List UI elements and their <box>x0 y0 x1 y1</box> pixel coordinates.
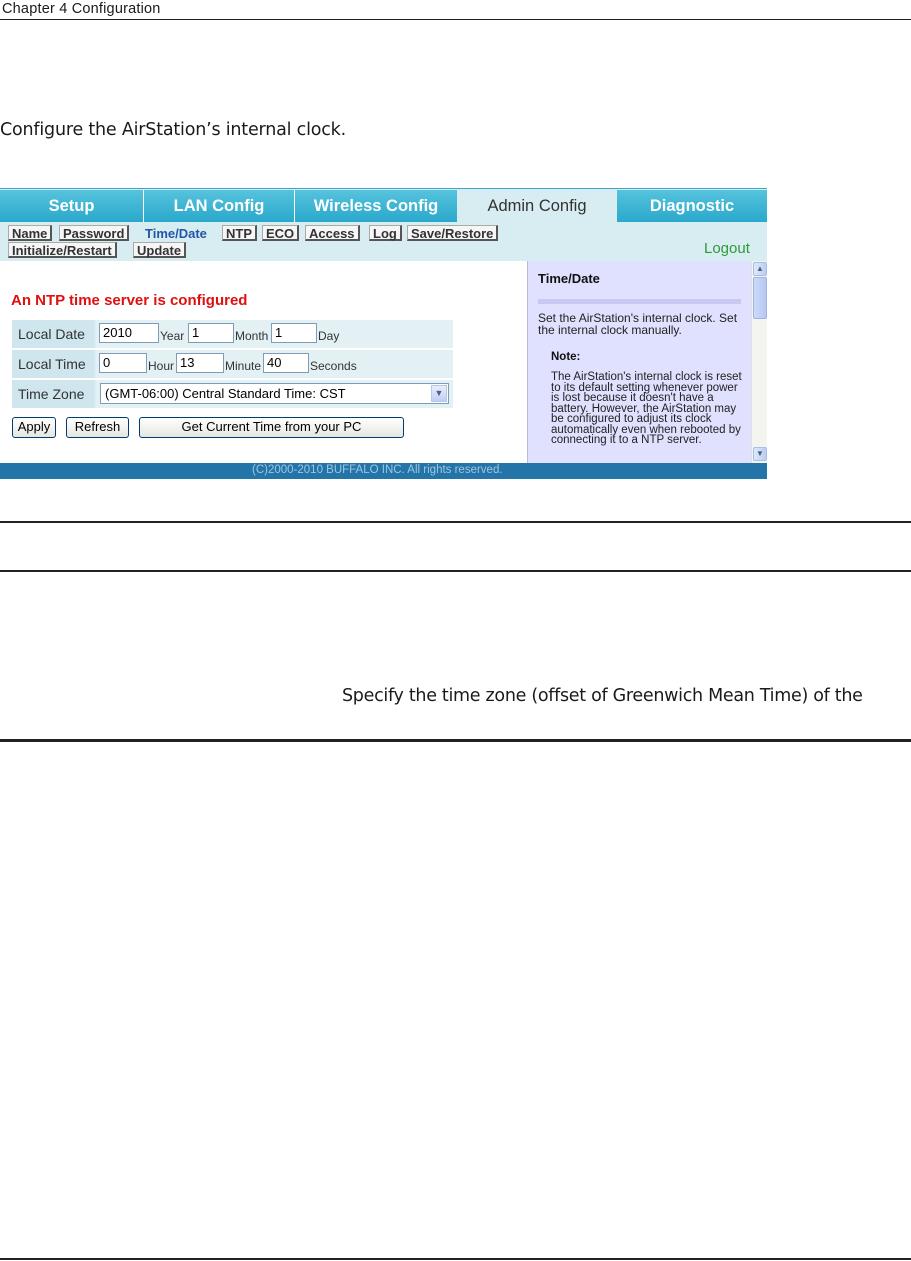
subnav-initialize-restart[interactable]: Initialize/Restart <box>8 242 117 258</box>
scroll-down-icon[interactable]: ▼ <box>753 447 767 461</box>
year-input[interactable]: 2010 <box>99 323 159 343</box>
scroll-thumb[interactable] <box>753 277 767 319</box>
tab-setup[interactable]: Setup <box>0 190 143 222</box>
hour-input[interactable]: 0 <box>99 353 147 373</box>
day-input[interactable]: 1 <box>271 323 317 343</box>
apply-button[interactable]: Apply <box>12 417 56 438</box>
refresh-button[interactable]: Refresh <box>66 417 129 438</box>
seconds-unit: Seconds <box>310 359 357 373</box>
table-rule-bottom <box>0 1258 911 1260</box>
local-time-label: Local Time <box>12 350 94 378</box>
subnav-log[interactable]: Log <box>369 225 402 241</box>
time-zone-row: Time Zone (GMT-06:00) Central Standard T… <box>12 380 453 408</box>
time-zone-description: Specify the time zone (offset of Greenwi… <box>342 686 863 706</box>
get-pc-time-button[interactable]: Get Current Time from your PC <box>139 417 404 438</box>
ntp-status-message: An NTP time server is configured <box>11 292 248 309</box>
month-unit: Month <box>235 329 269 343</box>
table-rule-header <box>0 570 911 572</box>
subnav-password[interactable]: Password <box>59 225 130 241</box>
intro-text: Configure the AirStation’s internal cloc… <box>0 120 346 140</box>
copyright-text: (C)2000-2010 BUFFALO INC. All rights res… <box>252 464 503 476</box>
day-unit: Day <box>318 329 340 343</box>
chevron-down-icon[interactable]: ▼ <box>431 385 447 402</box>
help-scrollbar[interactable]: ▲ ▼ <box>751 261 767 463</box>
time-zone-select[interactable]: (GMT-06:00) Central Standard Time: CST ▼ <box>100 383 449 404</box>
month-input[interactable]: 1 <box>188 323 234 343</box>
table-rule-top <box>0 521 911 523</box>
year-unit: Year <box>160 329 185 343</box>
subnav-name[interactable]: Name <box>8 225 53 241</box>
chapter-title: Chapter 4 Configuration <box>2 1 161 17</box>
scroll-up-icon[interactable]: ▲ <box>753 262 767 276</box>
hour-unit: Hour <box>148 359 175 373</box>
time-zone-value: (GMT-06:00) Central Standard Time: CST <box>105 386 346 401</box>
subnav-save-restore[interactable]: Save/Restore <box>407 225 499 241</box>
help-divider <box>538 299 741 304</box>
table-rule-row <box>0 739 911 742</box>
local-date-fields: 2010 Year 1 Month 1 Day <box>96 320 453 348</box>
admin-screenshot: Setup LAN Config Wireless Config Admin C… <box>0 188 767 479</box>
main-tab-bar: Setup LAN Config Wireless Config Admin C… <box>0 188 767 222</box>
help-text: Set the AirStation's internal clock. Set… <box>538 311 738 337</box>
copyright-bar: (C)2000-2010 BUFFALO INC. All rights res… <box>0 463 767 479</box>
logout-link[interactable]: Logout <box>704 240 750 257</box>
local-time-row: Local Time 0 Hour 13 Minute 40 Seconds <box>12 350 453 378</box>
local-date-row: Local Date 2010 Year 1 Month 1 Day <box>12 320 453 348</box>
help-note: The AirStation's internal clock is reset… <box>551 371 742 446</box>
minute-unit: Minute <box>225 359 262 373</box>
time-zone-field: (GMT-06:00) Central Standard Time: CST ▼ <box>96 380 453 408</box>
sub-navigation: Name Password Time/Date NTP ECO Access L… <box>0 222 767 261</box>
subnav-eco[interactable]: ECO <box>262 225 300 241</box>
tab-diagnostic[interactable]: Diagnostic <box>617 190 767 222</box>
help-title: Time/Date <box>538 271 600 286</box>
subnav-time-date[interactable]: Time/Date <box>142 226 210 242</box>
help-note-title: Note: <box>551 351 581 363</box>
local-date-label: Local Date <box>12 320 94 348</box>
chapter-header: Chapter 4 Configuration <box>0 0 911 20</box>
subnav-update[interactable]: Update <box>133 242 187 258</box>
subnav-access[interactable]: Access <box>305 225 360 241</box>
local-time-fields: 0 Hour 13 Minute 40 Seconds <box>96 350 453 378</box>
tab-wireless-config[interactable]: Wireless Config <box>295 190 457 222</box>
help-panel: Time/Date Set the AirStation's internal … <box>527 261 751 463</box>
tab-admin-config[interactable]: Admin Config <box>457 190 617 222</box>
tab-lan-config[interactable]: LAN Config <box>144 190 294 222</box>
seconds-input[interactable]: 40 <box>263 353 309 373</box>
time-zone-label: Time Zone <box>12 380 94 408</box>
minute-input[interactable]: 13 <box>176 353 224 373</box>
subnav-ntp[interactable]: NTP <box>222 225 257 241</box>
settings-panel: An NTP time server is configured Local D… <box>0 261 527 463</box>
